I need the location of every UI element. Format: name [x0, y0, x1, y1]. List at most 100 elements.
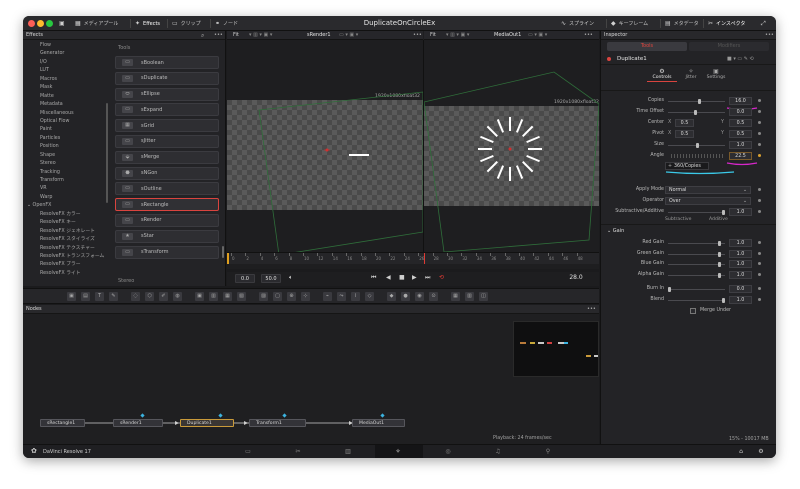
page-media-icon[interactable]: ▭	[243, 447, 253, 457]
sub-add-keyframe-icon[interactable]	[758, 210, 761, 213]
node-color-dot[interactable]	[607, 57, 611, 61]
spline-button[interactable]: ∿ スプライン	[561, 19, 594, 28]
effects-tree-item[interactable]: ResolveFX ライト	[23, 270, 109, 278]
size-keyframe-icon[interactable]	[758, 143, 761, 146]
effects-tree-item[interactable]: I/O	[23, 59, 109, 67]
effects-tree-item[interactable]: ResolveFX テクスチャー	[23, 245, 109, 253]
ellipse-tool-icon[interactable]: ✐	[159, 292, 168, 301]
effects-tree-item[interactable]: Metadata	[23, 101, 109, 109]
tool-item-sgrid[interactable]: ▦ sGrid	[115, 119, 219, 133]
stop-icon[interactable]: ■	[399, 274, 405, 281]
curves-tool-icon[interactable]: ▦	[223, 292, 232, 301]
settings-gear-icon[interactable]: ⚙	[756, 447, 766, 457]
effects-tree-item[interactable]: Position	[23, 143, 109, 151]
inspector-more-icon[interactable]: •••	[765, 31, 774, 40]
matte-tool-icon[interactable]: ▦	[451, 292, 460, 301]
effects-tree-item[interactable]: ResolveFX ジェネレート	[23, 228, 109, 236]
step-back-icon[interactable]: ◀	[386, 274, 391, 281]
background-tool-icon[interactable]: ▣	[67, 292, 76, 301]
angle-thumbwheel[interactable]	[671, 154, 725, 158]
range-end-field[interactable]: 50.0	[261, 274, 281, 283]
planar-tool-icon[interactable]: ⌇	[351, 292, 360, 301]
tool-item-sngon[interactable]: ⬣ sNGon	[115, 166, 219, 180]
effects-tree-item[interactable]: Stereo	[23, 160, 109, 168]
effects-tree-item[interactable]: Mask	[23, 84, 109, 92]
alpha-gain-keyframe-icon[interactable]	[758, 273, 761, 276]
go-to-start-icon[interactable]: ⏮	[371, 274, 376, 282]
time-ruler[interactable]: 0 2 4 6 8 10 12 14 16 18 20 22 24 26 28 30 32 34 36 38 40 42 4…	[227, 252, 599, 264]
pivot-x-field[interactable]: 0.5	[675, 130, 694, 138]
subtab-settings[interactable]: ▣ Settings	[703, 68, 729, 80]
blue-gain-keyframe-icon[interactable]	[758, 262, 761, 265]
page-cut-icon[interactable]: ✂	[293, 447, 303, 457]
page-fairlight-icon[interactable]: ♫	[493, 447, 503, 457]
merge-under-checkbox[interactable]	[690, 308, 696, 314]
left-view-options-icon[interactable]: ▾ ▥ ▾ ▣ ▾	[249, 31, 272, 40]
node-transform1[interactable]: Transform1	[249, 419, 306, 427]
mask-tool-icon[interactable]: ▥	[465, 292, 474, 301]
center-x-field[interactable]: 0.5	[675, 119, 694, 127]
red-gain-slider[interactable]	[668, 241, 725, 246]
more-options-icon[interactable]: •••	[214, 31, 223, 40]
tree-scrollbar[interactable]	[106, 103, 108, 203]
effects-tree-item[interactable]: ResolveFX カラー	[23, 211, 109, 219]
effects-tree-item[interactable]: Generator	[23, 50, 109, 58]
center-y-field[interactable]: 0.5	[729, 119, 752, 127]
page-fusion-icon[interactable]: ✧	[393, 447, 403, 457]
text-tool-icon[interactable]: T	[95, 292, 104, 301]
effects-tree-item[interactable]: VR	[23, 185, 109, 193]
node-srectangle1[interactable]: sRectangle1	[40, 419, 85, 427]
tool-item-sjitter[interactable]: ▭ sJitter	[115, 134, 219, 148]
angle-expression-field[interactable]: + 360/Copies	[665, 162, 709, 170]
shape-fill-icon[interactable]: ◆	[387, 292, 396, 301]
metadata-button[interactable]: ▤ メタデータ	[665, 19, 699, 28]
blue-gain-slider[interactable]	[668, 262, 725, 267]
go-to-end-icon[interactable]: ⏭	[425, 274, 430, 282]
effects-tree-item[interactable]: ⌄ OpenFX	[23, 202, 109, 210]
burn-in-slider[interactable]	[668, 287, 725, 292]
blend-slider[interactable]	[668, 298, 725, 303]
size-field[interactable]: 1.0	[729, 141, 752, 149]
play-icon[interactable]: ▶	[412, 274, 417, 281]
color-corrector-icon[interactable]: ▥	[209, 292, 218, 301]
effects-tree-item[interactable]: Miscellaneous	[23, 110, 109, 118]
tool-item-srectangle[interactable]: ▭ sRectangle	[115, 198, 219, 212]
transform-tool-icon[interactable]: ⊹	[301, 292, 310, 301]
node-tool-icon[interactable]: ◫	[479, 292, 488, 301]
tool-item-smerge[interactable]: ⬙ sMerge	[115, 150, 219, 164]
merge-tool-icon[interactable]: ⊕	[287, 292, 296, 301]
operator-keyframe-icon[interactable]	[758, 199, 761, 202]
rectangle-tool-icon[interactable]: ◍	[173, 292, 182, 301]
copies-keyframe-icon[interactable]	[758, 99, 761, 102]
effects-tree-item[interactable]: Shape	[23, 152, 109, 160]
blue-gain-field[interactable]: 1.0	[729, 260, 752, 268]
sub-add-field[interactable]: 1.0	[729, 208, 752, 216]
effects-tree-item[interactable]: LUT	[23, 67, 109, 75]
tab-tools[interactable]: Tools	[607, 42, 687, 51]
fullscreen-button[interactable]: ⤢	[761, 19, 766, 28]
angle-keyframe-icon[interactable]	[758, 154, 761, 157]
blend-keyframe-icon[interactable]	[758, 298, 761, 301]
home-icon[interactable]: ⌂	[736, 447, 746, 457]
audio-icon[interactable]: 🔈︎	[289, 274, 293, 282]
subtab-jitter[interactable]: ✧ Jitter	[681, 68, 701, 80]
loader-tool-icon[interactable]: ▤	[81, 292, 90, 301]
effects-tree-item[interactable]: Flow	[23, 42, 109, 50]
right-view-options-icon[interactable]: ▾ ▥ ▾ ▣ ▾	[446, 31, 469, 40]
angle-field[interactable]: 22.5	[729, 152, 752, 160]
copies-field[interactable]: 16.0	[729, 97, 752, 105]
tool-item-sboolean[interactable]: ▭ sBoolean	[115, 56, 219, 69]
paint-tool-icon[interactable]: ✎	[109, 292, 118, 301]
node-mediaout1[interactable]: MediaOut1	[352, 419, 405, 427]
bspline-tool-icon[interactable]: ⬡	[145, 292, 154, 301]
tool-item-sexpand[interactable]: ▭ sExpand	[115, 103, 219, 117]
tracker-tool-icon[interactable]: ⤳	[337, 292, 346, 301]
effects-tree-item[interactable]: Optical Flow	[23, 118, 109, 126]
effects-tree-item[interactable]: Matte	[23, 93, 109, 101]
effects-tree-item[interactable]: ResolveFX キー	[23, 219, 109, 227]
particle-tool-icon[interactable]: ⌁	[323, 292, 332, 301]
tool-item-soutline[interactable]: ▭ sOutline	[115, 182, 219, 196]
alpha-gain-slider[interactable]	[668, 273, 725, 278]
effects-tree-item[interactable]: Warp	[23, 194, 109, 202]
page-color-icon[interactable]: ◎	[443, 447, 453, 457]
